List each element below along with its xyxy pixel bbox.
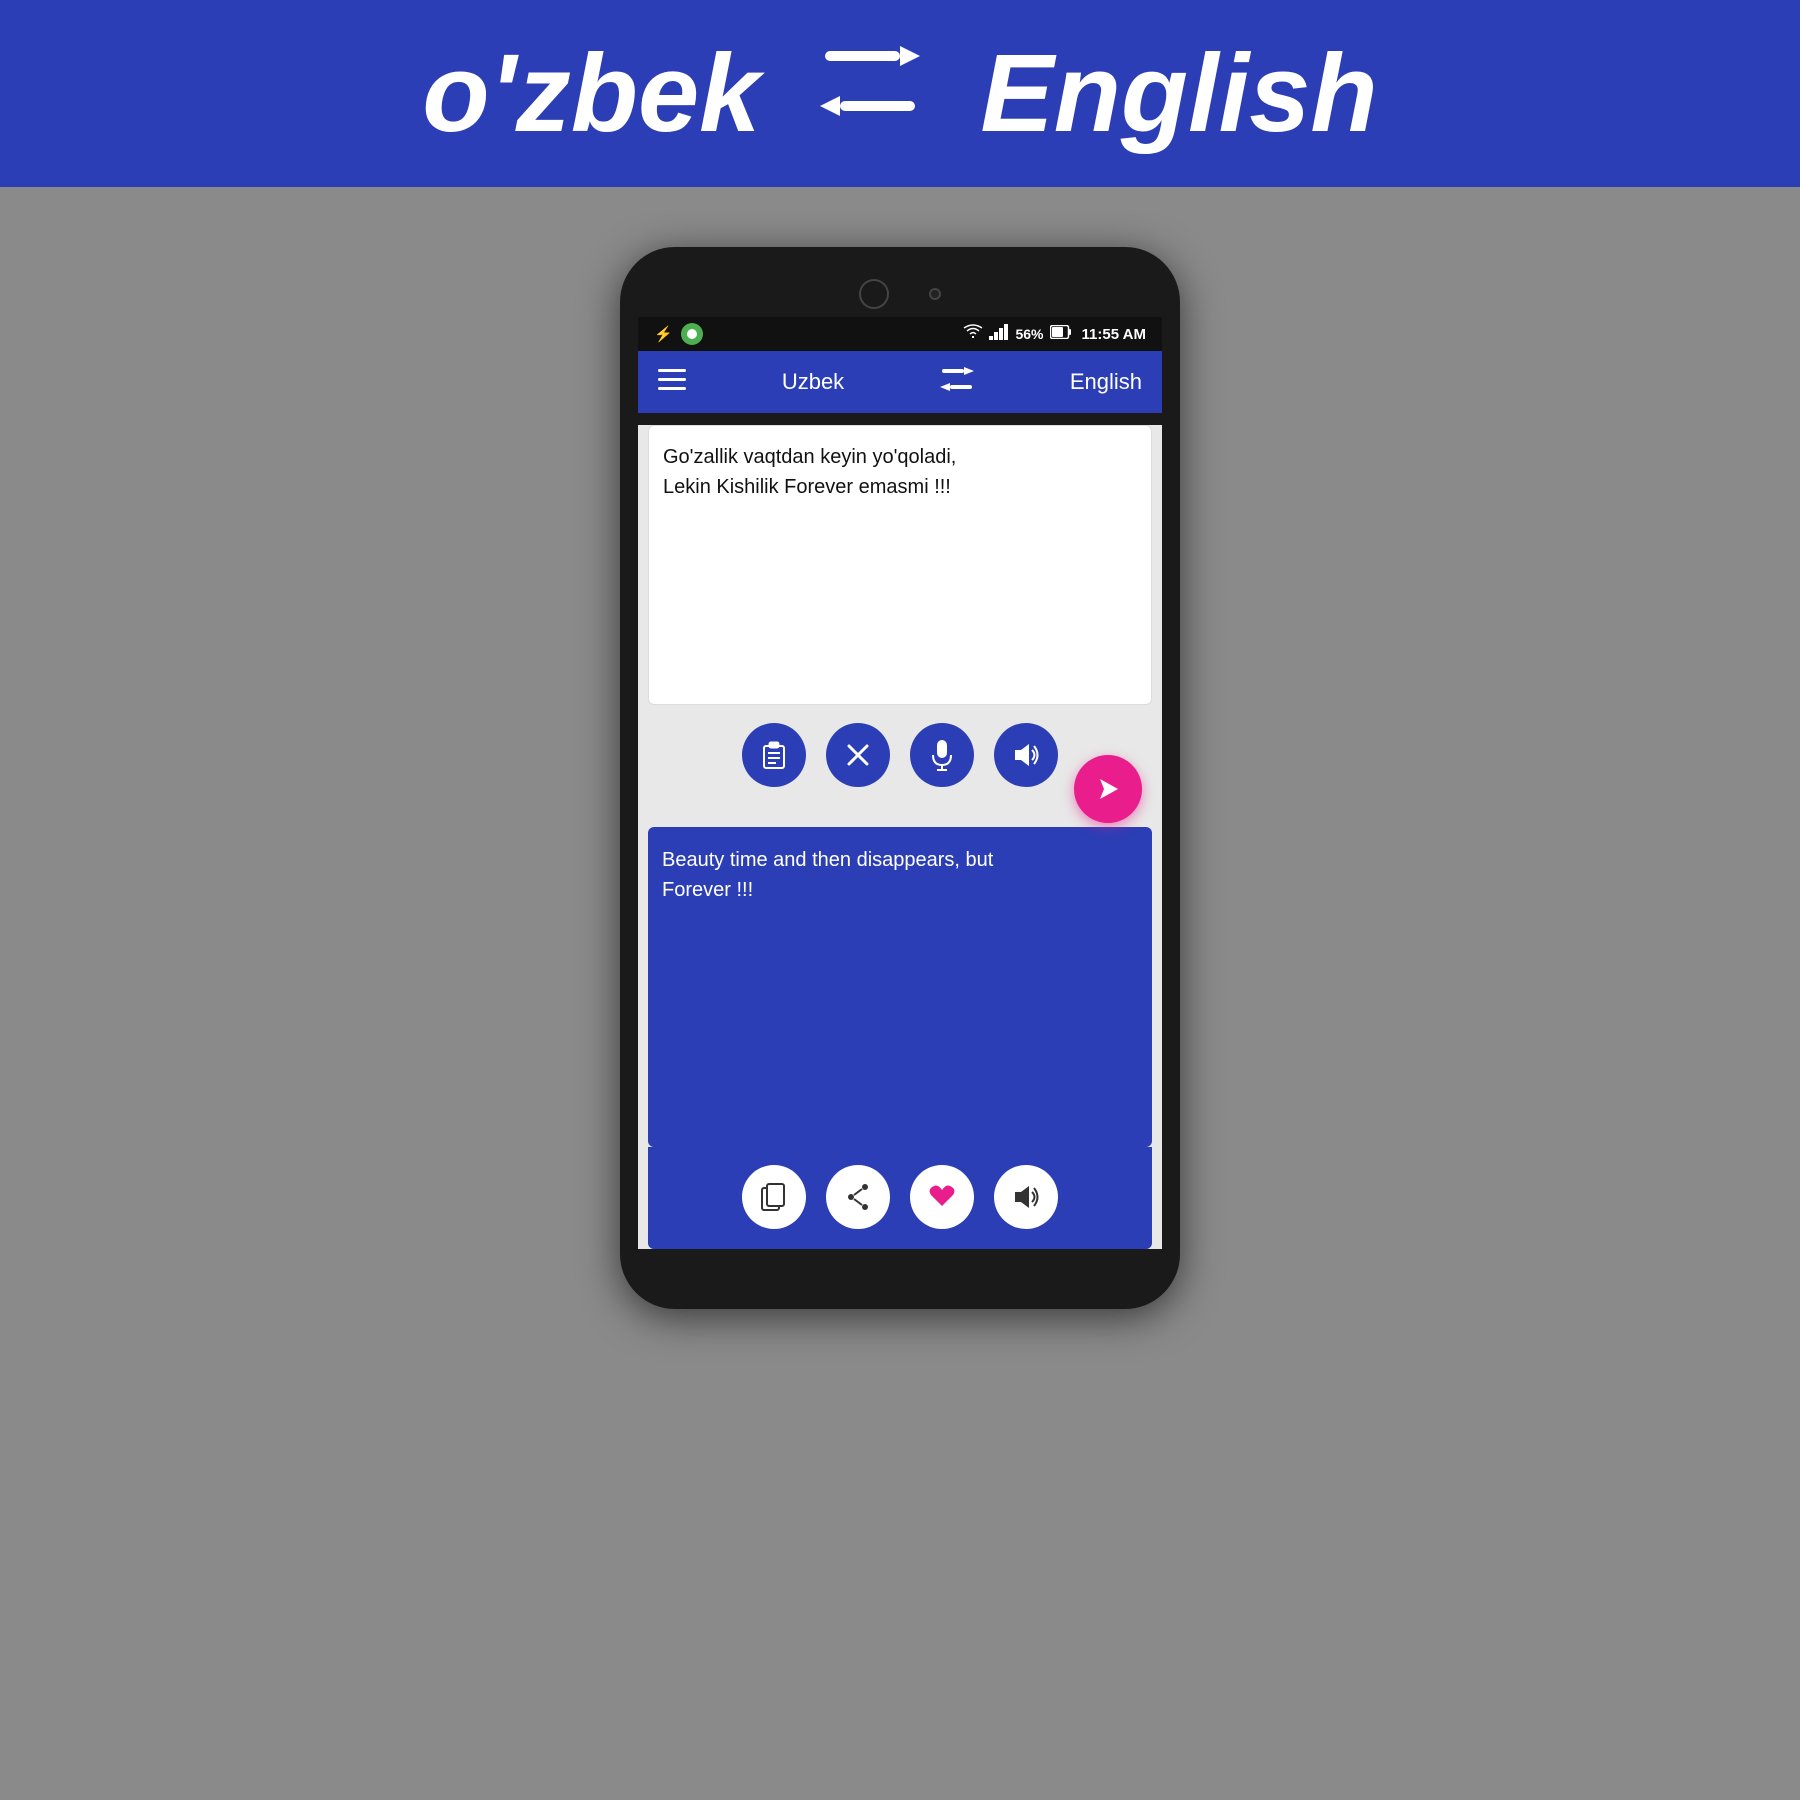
- signal-icon: [989, 324, 1009, 344]
- earpiece: [929, 288, 941, 300]
- output-text: Beauty time and then disappears, butFore…: [662, 845, 1138, 905]
- clipboard-button[interactable]: [742, 723, 806, 787]
- action-buttons-row: [638, 705, 1162, 797]
- banner-source-lang[interactable]: o'zbek: [422, 30, 760, 157]
- wifi-icon: [963, 324, 983, 344]
- phone-bottom: [638, 1249, 1162, 1279]
- status-left-icons: ⚡: [654, 323, 703, 345]
- input-text: Go'zallik vaqtdan keyin yo'qoladi,Lekin …: [663, 442, 1137, 502]
- favorite-button[interactable]: [910, 1165, 974, 1229]
- app-source-lang[interactable]: Uzbek: [782, 369, 844, 395]
- banner-target-lang[interactable]: English: [980, 30, 1377, 157]
- top-banner: o'zbek English: [0, 0, 1800, 187]
- phone-wrapper: ⚡ 56%: [620, 247, 1180, 1309]
- output-area: Beauty time and then disappears, butFore…: [648, 827, 1152, 1147]
- output-buttons-row: [648, 1147, 1152, 1249]
- app-bar: Uzbek English: [638, 351, 1162, 413]
- status-right-info: 56% 11:55 AM: [963, 324, 1146, 344]
- status-time: 11:55 AM: [1082, 326, 1146, 343]
- copy-output-button[interactable]: [742, 1165, 806, 1229]
- phone: ⚡ 56%: [620, 247, 1180, 1309]
- battery-icon: [1050, 325, 1072, 343]
- app-swap-icon[interactable]: [940, 365, 974, 399]
- phone-top: [638, 267, 1162, 317]
- banner-swap-icon[interactable]: [820, 41, 920, 147]
- notification-icon: [681, 323, 703, 345]
- speaker-output-button[interactable]: [994, 1165, 1058, 1229]
- mic-button[interactable]: [910, 723, 974, 787]
- phone-screen: Go'zallik vaqtdan keyin yo'qoladi,Lekin …: [638, 425, 1162, 1249]
- usb-icon: ⚡: [654, 325, 673, 343]
- battery-percent: 56%: [1015, 326, 1043, 342]
- send-button[interactable]: [1074, 755, 1142, 823]
- front-camera: [859, 279, 889, 309]
- hamburger-menu-icon[interactable]: [658, 367, 686, 398]
- speaker-input-button[interactable]: [994, 723, 1058, 787]
- app-target-lang[interactable]: English: [1070, 369, 1142, 395]
- clear-button[interactable]: [826, 723, 890, 787]
- status-bar: ⚡ 56%: [638, 317, 1162, 351]
- share-button[interactable]: [826, 1165, 890, 1229]
- input-area[interactable]: Go'zallik vaqtdan keyin yo'qoladi,Lekin …: [648, 425, 1152, 705]
